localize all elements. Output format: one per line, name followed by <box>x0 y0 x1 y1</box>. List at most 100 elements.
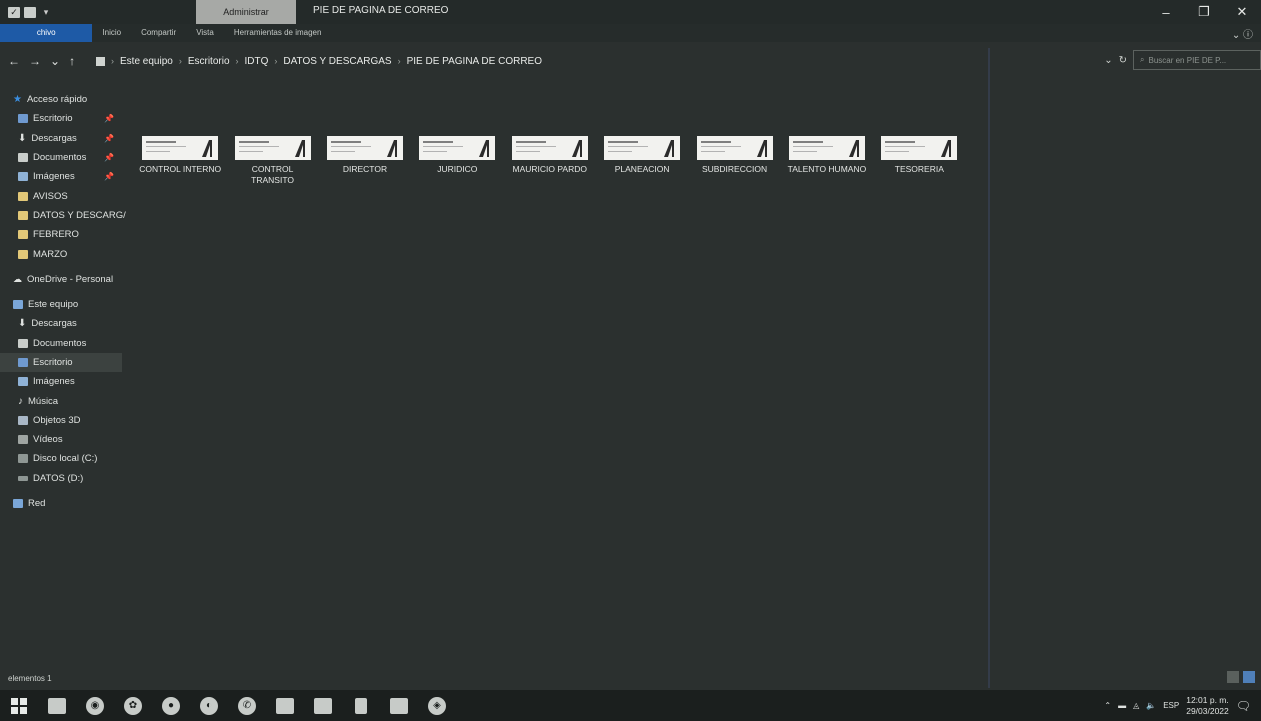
file-item[interactable]: TALENTO HUMANO <box>781 136 873 186</box>
nav-network[interactable]: Red <box>0 494 122 513</box>
nav-item-documentos[interactable]: Documentos 📌 <box>0 148 122 167</box>
file-item[interactable]: PLANEACION <box>596 136 688 186</box>
app-icon <box>276 697 294 714</box>
taskbar-app[interactable] <box>342 690 380 721</box>
nav-item-pc-descargas[interactable]: ⬇ Descargas <box>0 314 122 333</box>
image-thumbnail <box>511 136 588 160</box>
taskbar-app[interactable] <box>380 690 418 721</box>
nav-item-descargas[interactable]: ⬇ Descargas 📌 <box>0 129 122 148</box>
tab-view[interactable]: Vista <box>186 24 224 42</box>
clock-time: 12:01 p. m. <box>1186 694 1229 705</box>
clock[interactable]: 12:01 p. m. 29/03/2022 <box>1186 695 1229 717</box>
film-icon <box>18 435 28 445</box>
taskbar-app[interactable]: ● <box>152 690 190 721</box>
ribbon-expand-icon[interactable]: ⌄ ⓘ <box>1232 26 1253 41</box>
cloud-icon: ☁ <box>13 273 22 284</box>
logo-icon <box>941 140 952 157</box>
file-item[interactable]: MAURICIO PARDO <box>504 136 596 186</box>
checkbox-icon[interactable]: ✓ <box>8 6 20 18</box>
nav-onedrive[interactable]: ☁ OneDrive - Personal <box>0 270 122 289</box>
breadcrumb-item[interactable]: Este equipo <box>120 56 173 67</box>
nav-item-pc-musica[interactable]: ♪ Música <box>0 391 122 410</box>
restore-button[interactable]: ❐ <box>1185 0 1223 24</box>
nav-item-pc-escritorio[interactable]: Escritorio <box>0 352 122 373</box>
refresh-icon[interactable]: ↻ <box>1119 55 1127 66</box>
pictures-icon <box>18 377 28 387</box>
tab-image-tools[interactable]: Herramientas de imagen <box>224 24 332 42</box>
nav-item-febrero[interactable]: FEBRERO <box>0 225 122 244</box>
file-name: MAURICIO PARDO <box>512 164 587 174</box>
taskbar-file-explorer[interactable] <box>38 690 76 721</box>
taskbar-app[interactable] <box>304 690 342 721</box>
nav-label: Vídeos <box>33 434 63 446</box>
file-item[interactable]: JURIDICO <box>411 136 503 186</box>
pane-divider[interactable] <box>988 48 990 688</box>
search-input[interactable]: ⌕ Buscar en PIE DE P... <box>1133 50 1261 70</box>
taskbar-app[interactable]: ✿ <box>114 690 152 721</box>
breadcrumb[interactable]: › Este equipo › Escritorio › IDTQ › DATO… <box>96 56 542 67</box>
breadcrumb-item[interactable]: IDTQ <box>245 56 269 67</box>
nav-this-pc[interactable]: Este equipo <box>0 295 122 314</box>
file-name: TALENTO HUMANO <box>787 164 867 174</box>
nav-item-pc-objetos-3d[interactable]: Objetos 3D <box>0 411 122 430</box>
nav-item-pc-documentos[interactable]: Documentos <box>0 334 122 353</box>
start-button[interactable] <box>0 690 38 721</box>
details-view-icon[interactable] <box>1227 671 1239 683</box>
nav-label: Música <box>28 395 59 407</box>
tab-home[interactable]: Inicio <box>92 24 131 42</box>
dropdown-icon[interactable]: ▾ <box>40 7 52 18</box>
up-arrow-icon[interactable]: ↑ <box>69 54 75 68</box>
file-item[interactable]: CONTROL INTERNO <box>134 136 226 186</box>
nav-item-pc-disco-c[interactable]: Disco local (C:) <box>0 449 122 468</box>
nav-quick-access[interactable]: ★ Acceso rápido <box>0 90 122 109</box>
nav-item-escritorio[interactable]: Escritorio 📌 <box>0 109 122 128</box>
system-tray: ⌃ ▬ ◬ 🔈 ESP 12:01 p. m. 29/03/2022 🗨 <box>1104 690 1261 721</box>
tab-share[interactable]: Compartir <box>131 24 186 42</box>
minimize-button[interactable]: – <box>1147 0 1185 24</box>
recent-dropdown-icon[interactable]: ⌄ <box>50 54 60 68</box>
nav-item-pc-videos[interactable]: Vídeos <box>0 430 122 449</box>
pin-icon[interactable]: 📌 <box>104 114 114 123</box>
volume-icon[interactable]: 🔈 <box>1146 701 1156 710</box>
nav-item-imagenes[interactable]: Imágenes 📌 <box>0 167 122 186</box>
language-indicator[interactable]: ESP <box>1163 701 1179 710</box>
taskbar-chrome[interactable]: ◉ <box>76 690 114 721</box>
large-icons-view-icon[interactable] <box>1243 671 1255 683</box>
pin-icon[interactable]: 📌 <box>104 134 114 143</box>
context-tab-manage[interactable]: Administrar <box>196 0 296 24</box>
back-arrow-icon[interactable]: ← <box>8 54 20 68</box>
breadcrumb-item[interactable]: PIE DE PAGINA DE CORREO <box>407 56 542 67</box>
history-dropdown-icon[interactable]: ⌄ <box>1104 55 1112 66</box>
pin-icon[interactable]: 📌 <box>104 172 114 181</box>
nav-item-avisos[interactable]: AVISOS <box>0 186 122 205</box>
nav-item-datos-y-descargas[interactable]: DATOS Y DESCARG/ <box>0 206 126 225</box>
tab-file[interactable]: chivo <box>0 24 93 42</box>
chevron-up-icon[interactable]: ⌃ <box>1104 701 1111 710</box>
file-item[interactable]: TESORERIA <box>873 136 965 186</box>
nav-item-marzo[interactable]: MARZO <box>0 244 122 263</box>
close-button[interactable]: ✕ <box>1223 0 1261 24</box>
taskbar-app[interactable] <box>266 690 304 721</box>
taskbar-whatsapp[interactable]: ✆ <box>228 690 266 721</box>
file-item[interactable]: SUBDIRECCION <box>688 136 780 186</box>
network-icon[interactable]: ◬ <box>1133 701 1139 710</box>
taskbar-app[interactable]: ◈ <box>418 690 456 721</box>
battery-icon[interactable]: ▬ <box>1118 701 1126 710</box>
windows-icon <box>11 697 27 714</box>
notifications-icon[interactable]: 🗨 <box>1236 699 1251 713</box>
forward-arrow-icon[interactable]: → <box>29 54 41 68</box>
image-thumbnail <box>604 136 681 160</box>
nav-item-pc-imagenes[interactable]: Imágenes <box>0 372 122 391</box>
breadcrumb-item[interactable]: DATOS Y DESCARGAS <box>283 56 391 67</box>
taskbar-app[interactable]: ◐ <box>190 690 228 721</box>
folder-icon <box>48 697 66 714</box>
nav-item-pc-datos-d[interactable]: DATOS (D:) <box>0 469 122 488</box>
computer-icon <box>13 300 23 310</box>
nav-label: Escritorio <box>33 357 73 368</box>
file-item[interactable]: CONTROL TRANSITO <box>226 136 318 186</box>
breadcrumb-item[interactable]: Escritorio <box>188 56 230 67</box>
pin-icon[interactable]: 📌 <box>104 153 114 162</box>
file-item[interactable]: DIRECTOR <box>319 136 411 186</box>
file-name: PLANEACION <box>614 164 670 174</box>
folder-icon[interactable] <box>24 6 36 18</box>
